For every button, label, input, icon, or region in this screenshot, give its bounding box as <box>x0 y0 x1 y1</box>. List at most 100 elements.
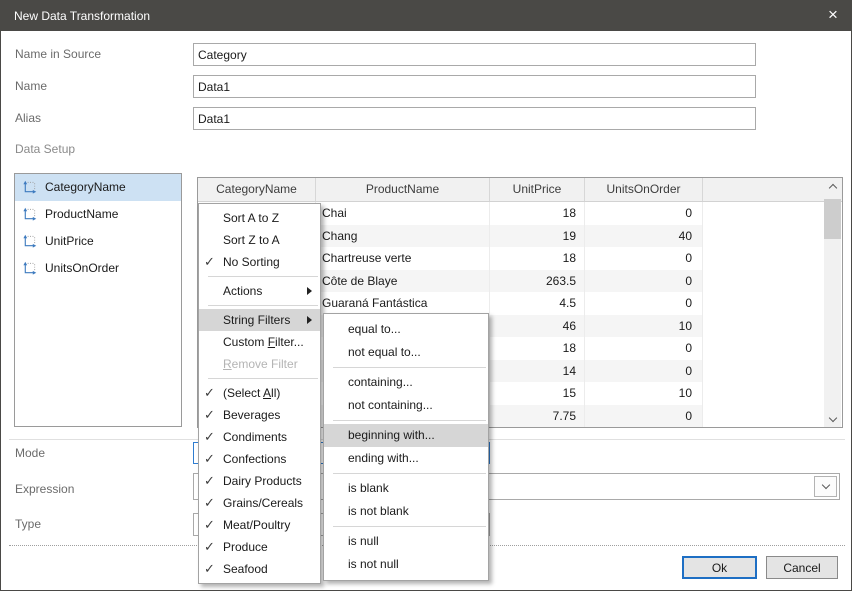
menu-item-dairy-products[interactable]: ✓Dairy Products <box>199 470 320 492</box>
field-list: CategoryName ProductNameUnitPriceUnitsOnO… <box>14 173 182 427</box>
menu-separator <box>333 420 486 421</box>
menu-separator <box>208 276 318 277</box>
name-in-source-label: Name in Source <box>15 47 101 61</box>
menu-separator <box>333 526 486 527</box>
menu-item-label: equal to... <box>348 322 401 336</box>
menu-item-ending-with[interactable]: ending with... <box>324 447 488 470</box>
menu-item-no-sorting[interactable]: ✓No Sorting <box>199 251 320 273</box>
menu-item-actions[interactable]: Actions <box>199 280 320 302</box>
menu-item-confections[interactable]: ✓Confections <box>199 448 320 470</box>
menu-item-label: not equal to... <box>348 345 421 359</box>
ok-button[interactable]: Ok <box>682 556 757 579</box>
column-header-categoryname[interactable]: CategoryName <box>198 178 316 201</box>
grid-cell: 0 <box>585 292 703 315</box>
menu-item-label: Confections <box>223 452 286 466</box>
scroll-down-icon[interactable] <box>824 410 841 427</box>
title-bar: New Data Transformation × <box>1 1 851 31</box>
grid-cell: 7.75 <box>490 405 585 428</box>
menu-item-is-blank[interactable]: is blank <box>324 477 488 500</box>
menu-item-label: containing... <box>348 375 413 389</box>
menu-item-is-null[interactable]: is null <box>324 530 488 553</box>
grid-cell: Chartreuse verte <box>316 247 490 270</box>
checkmark-icon: ✓ <box>204 448 220 470</box>
grid-cell: 4.5 <box>490 292 585 315</box>
scroll-up-icon[interactable] <box>824 178 841 195</box>
alias-input[interactable] <box>193 107 756 130</box>
menu-item-beginning-with[interactable]: beginning with... <box>324 424 488 447</box>
menu-separator <box>208 305 318 306</box>
menu-separator <box>333 473 486 474</box>
menu-item-label: Actions <box>223 284 262 298</box>
grid-cell: 0 <box>585 202 703 225</box>
grid-cell: 0 <box>585 337 703 360</box>
grid-cell: 18 <box>490 202 585 225</box>
menu-separator <box>333 367 486 368</box>
menu-item-label: No Sorting <box>223 255 280 269</box>
menu-item-label: Meat/Poultry <box>223 518 290 532</box>
column-header-unitprice[interactable]: UnitPrice <box>490 178 585 201</box>
field-list-item-unitsonorder[interactable]: UnitsOnOrder <box>15 255 181 282</box>
menu-item-not-equal-to[interactable]: not equal to... <box>324 341 488 364</box>
close-icon[interactable]: × <box>815 1 851 31</box>
name-in-source-input[interactable] <box>193 43 756 66</box>
checkmark-icon: ✓ <box>204 558 220 580</box>
menu-item-label: Remove Filter <box>223 357 298 371</box>
menu-item-not-containing[interactable]: not containing... <box>324 394 488 417</box>
string-filters-submenu: equal to... not equal to... containing... n… <box>323 313 489 581</box>
menu-item-seafood[interactable]: ✓Seafood <box>199 558 320 580</box>
menu-item-equal-to[interactable]: equal to... <box>324 318 488 341</box>
menu-item-sort-a-to-z[interactable]: Sort A to Z <box>199 207 320 229</box>
column-header-unitsonorder[interactable]: UnitsOnOrder <box>585 178 703 201</box>
grid-vertical-scrollbar[interactable] <box>824 178 841 427</box>
grid-cell: 10 <box>585 315 703 338</box>
menu-item-label: Grains/Cereals <box>223 496 303 510</box>
menu-item-string-filters[interactable]: String Filters <box>199 309 320 331</box>
menu-item-label: is not blank <box>348 504 409 518</box>
grid-cell: 14 <box>490 360 585 383</box>
name-label: Name <box>15 79 47 93</box>
field-list-item-unitprice[interactable]: UnitPrice <box>15 228 181 255</box>
name-input[interactable] <box>193 75 756 98</box>
grid-cell: 0 <box>585 405 703 428</box>
grid-cell: Guaraná Fantástica <box>316 292 490 315</box>
menu-item-select-all[interactable]: ✓(Select All) <box>199 382 320 404</box>
grid-cell: 15 <box>490 382 585 405</box>
menu-item-custom-filter[interactable]: Custom Filter... <box>199 331 320 353</box>
grid-cell: 0 <box>585 247 703 270</box>
column-header-productname[interactable]: ProductName <box>316 178 490 201</box>
dialog-title: New Data Transformation <box>14 1 150 31</box>
field-list-item-categoryname[interactable]: CategoryName <box>15 174 181 201</box>
field-list-item-label: CategoryName <box>45 180 126 194</box>
grid-cell: 18 <box>490 337 585 360</box>
grid-cell: 10 <box>585 382 703 405</box>
menu-item-label: Sort Z to A <box>223 233 280 247</box>
menu-item-condiments[interactable]: ✓Condiments <box>199 426 320 448</box>
menu-item-grains-cereals[interactable]: ✓Grains/Cereals <box>199 492 320 514</box>
menu-item-beverages[interactable]: ✓Beverages <box>199 404 320 426</box>
menu-item-label: Produce <box>223 540 268 554</box>
grid-cell: Chai <box>316 202 490 225</box>
menu-item-meat-poultry[interactable]: ✓Meat/Poultry <box>199 514 320 536</box>
menu-item-label: not containing... <box>348 398 433 412</box>
menu-item-sort-z-to-a[interactable]: Sort Z to A <box>199 229 320 251</box>
menu-item-label: ending with... <box>348 451 419 465</box>
menu-item-label: is null <box>348 534 379 548</box>
scrollbar-thumb[interactable] <box>824 199 841 239</box>
grid-cell: 0 <box>585 270 703 293</box>
menu-item-remove-filter: Remove Filter <box>199 353 320 375</box>
menu-item-label: beginning with... <box>348 428 435 442</box>
menu-item-label: Condiments <box>223 430 287 444</box>
expression-dropdown-button[interactable] <box>814 476 837 497</box>
grid-cell: Chang <box>316 225 490 248</box>
field-list-item-productname[interactable]: ProductName <box>15 201 181 228</box>
menu-item-label: is blank <box>348 481 389 495</box>
menu-item-is-not-null[interactable]: is not null <box>324 553 488 576</box>
cancel-button[interactable]: Cancel <box>766 556 838 579</box>
column-context-menu: Sort A to ZSort Z to A✓No SortingActions… <box>198 203 321 584</box>
checkmark-icon: ✓ <box>204 470 220 492</box>
menu-separator <box>208 378 318 379</box>
menu-item-containing[interactable]: containing... <box>324 371 488 394</box>
menu-item-is-not-blank[interactable]: is not blank <box>324 500 488 523</box>
new-data-transformation-dialog: New Data Transformation × Name in Source… <box>0 0 852 591</box>
menu-item-produce[interactable]: ✓Produce <box>199 536 320 558</box>
